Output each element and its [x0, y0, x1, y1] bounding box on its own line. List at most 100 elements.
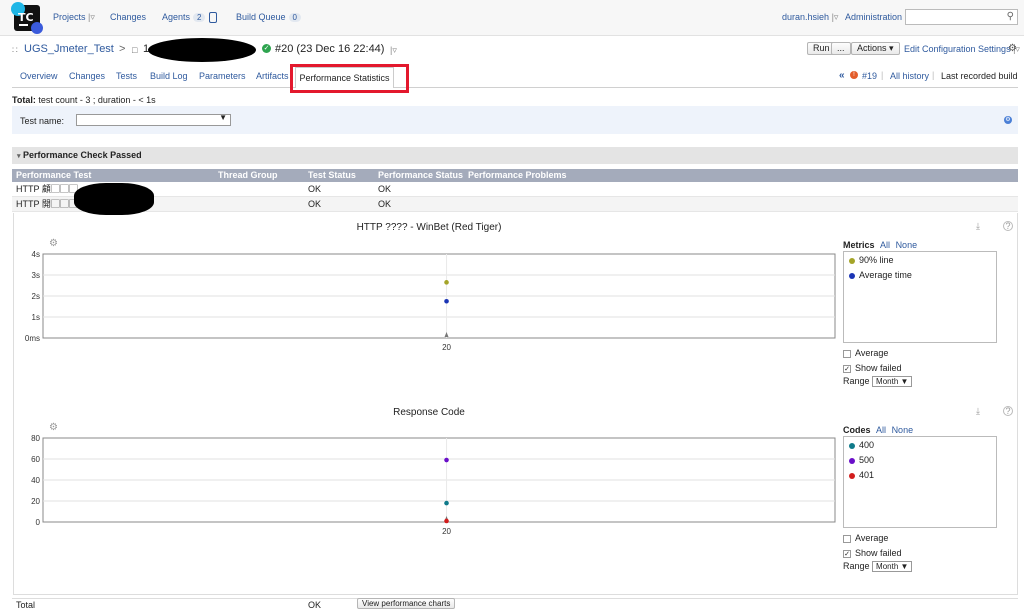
nav-projects[interactable]: Projects |▿ — [53, 12, 95, 23]
user-menu[interactable]: duran.hsieh |▿ — [782, 12, 838, 23]
y-tick-label: 0 — [36, 518, 41, 527]
y-tick-label: 2s — [32, 292, 40, 301]
chart-title: HTTP ???? - WinBet (Red Tiger) — [356, 222, 502, 233]
range-control: Range Month ▼ — [843, 376, 913, 387]
col-performance-test: Performance Test — [16, 170, 92, 180]
help-icon[interactable]: ? — [1003, 406, 1013, 416]
agents-count: 2 — [193, 13, 206, 22]
response-code-chart[interactable]: 0 20 40 60 80 20 — [13, 432, 843, 544]
redacted-region — [148, 38, 256, 62]
legend-item[interactable]: 90% line — [849, 255, 894, 265]
teamcity-logo[interactable]: TC — [11, 2, 43, 34]
legend-item[interactable]: Average time — [849, 270, 912, 280]
download-icon[interactable]: ⤓ — [976, 406, 980, 417]
tab-overview[interactable]: Overview — [20, 71, 58, 81]
tab-parameters[interactable]: Parameters — [199, 71, 246, 81]
tab-tests[interactable]: Tests — [116, 71, 137, 81]
col-test-status: Test Status — [308, 170, 356, 180]
metrics-none-link[interactable]: None — [896, 240, 918, 250]
data-point-500 — [444, 457, 449, 463]
data-point-average-time — [444, 298, 449, 304]
logo-text: TC — [18, 11, 34, 24]
x-tick-label: 20 — [442, 343, 451, 352]
metrics-legend: 90% line Average time — [843, 251, 997, 343]
tab-changes[interactable]: Changes — [69, 71, 105, 81]
chart-title: Response Code — [393, 407, 465, 418]
data-point-401 — [444, 518, 449, 524]
legend-item[interactable]: 500 — [849, 455, 874, 465]
history-prev-icon[interactable]: « — [839, 70, 845, 81]
help-icon[interactable]: ? — [1003, 221, 1013, 231]
show-failed-checkbox[interactable]: ✓ Show failed — [843, 363, 902, 373]
col-performance-problems: Performance Problems — [468, 170, 567, 180]
chevron-down-icon: ▼ — [219, 113, 227, 122]
actions-button[interactable]: Actions ▾ — [851, 42, 900, 55]
gear-icon[interactable]: ⚙ — [1008, 43, 1017, 54]
metrics-legend-title: Metrics All None — [843, 240, 918, 250]
range-select[interactable]: Month ▼ — [872, 376, 913, 387]
failure-icon: ! — [850, 71, 858, 79]
x-tick-label: 20 — [442, 527, 451, 536]
col-performance-status: Performance Status — [378, 170, 464, 180]
show-failed-checkbox[interactable]: ✓ Show failed — [843, 548, 902, 558]
table-row[interactable]: HTTP 開▢▢▢ - OK OK — [12, 197, 1018, 212]
legend-item[interactable]: 400 — [849, 440, 874, 450]
nav-build-queue[interactable]: Build Queue 0 — [236, 12, 301, 22]
settings-icon[interactable]: ⚙ — [1004, 116, 1012, 124]
nav-changes[interactable]: Changes — [110, 12, 146, 22]
separator: | — [932, 70, 935, 80]
all-history-link[interactable]: All history — [890, 71, 929, 81]
administration-link[interactable]: Administration — [845, 12, 902, 22]
section-header[interactable]: ▾ Performance Check Passed — [12, 147, 1018, 164]
agent-icon — [209, 12, 218, 24]
test-name-select[interactable]: ▼ — [76, 113, 231, 126]
separator: | — [881, 70, 884, 80]
col-thread-group: Thread Group — [218, 170, 278, 180]
total-row: Total OK — [12, 598, 1018, 610]
performance-chart[interactable]: 0ms 1s 2s 3s 4s 20 — [13, 248, 843, 360]
nav-agents[interactable]: Agents 2 — [162, 12, 218, 24]
y-tick-label: 0ms — [25, 334, 40, 343]
success-icon: ✓ — [262, 44, 271, 53]
y-tick-label: 40 — [31, 476, 40, 485]
data-point-90-line — [444, 280, 449, 285]
metrics-all-link[interactable]: All — [880, 240, 890, 250]
tab-baseline — [12, 87, 1018, 88]
tab-build-log[interactable]: Build Log — [150, 71, 188, 81]
search-box[interactable]: ⚲ — [905, 9, 1018, 25]
codes-legend-title: Codes All None — [843, 425, 914, 435]
table-row[interactable]: HTTP 顧▢▢▢ - OK OK — [12, 182, 1018, 197]
tab-artifacts[interactable]: Artifacts — [256, 71, 289, 81]
build-number[interactable]: #20 (23 Dec 16 22:44) — [275, 43, 384, 55]
edit-configuration-link[interactable]: Edit Configuration Settings |▿ — [904, 44, 1020, 55]
y-tick-label: 20 — [31, 497, 40, 506]
test-name-label: Test name: — [20, 116, 65, 126]
search-icon: ⚲ — [1006, 11, 1014, 22]
average-checkbox[interactable]: Average — [843, 533, 888, 543]
codes-all-link[interactable]: All — [876, 425, 886, 435]
data-point-400 — [444, 500, 449, 506]
grid-icon: ∷ — [12, 45, 18, 55]
codes-none-link[interactable]: None — [892, 425, 914, 435]
history-prev-build[interactable]: #19 — [862, 71, 877, 81]
build-dropdown-icon[interactable]: |▿ — [390, 45, 397, 56]
collapse-icon: ▾ — [17, 153, 21, 160]
y-tick-label: 80 — [31, 434, 40, 443]
y-tick-label: 4s — [32, 250, 40, 259]
range-select[interactable]: Month ▼ — [872, 561, 913, 572]
run-options-button[interactable]: ... — [831, 42, 851, 55]
summary-line: Total: test count - 3 ; duration - < 1s — [12, 95, 156, 105]
chevron-right-icon: > — [119, 43, 126, 55]
highlight-box — [290, 64, 409, 93]
view-performance-charts-button[interactable]: View performance charts — [357, 598, 456, 609]
y-tick-label: 60 — [31, 455, 40, 464]
download-icon[interactable]: ⤓ — [976, 221, 980, 232]
project-link[interactable]: UGS_Jmeter_Test — [24, 43, 114, 55]
build-config-icon: □ — [132, 45, 138, 55]
last-recorded-build: Last recorded build — [941, 71, 1018, 81]
codes-legend: 400 500 401 — [843, 436, 997, 528]
legend-item[interactable]: 401 — [849, 470, 874, 480]
y-tick-label: 3s — [32, 271, 40, 280]
y-tick-label: 1s — [32, 313, 40, 322]
average-checkbox[interactable]: Average — [843, 348, 888, 358]
